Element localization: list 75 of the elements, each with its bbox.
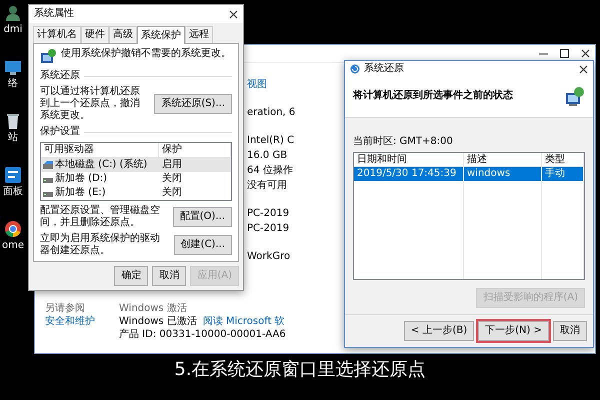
drive-row[interactable]: 新加卷 (E:) 关闭	[41, 186, 231, 200]
close-icon[interactable]	[581, 49, 590, 58]
table-cell: 2019/5/30 17:45:39	[354, 167, 464, 181]
section-heading: 保护设置	[40, 126, 232, 138]
tab[interactable]: 计算机名	[33, 26, 81, 43]
description-text: 可以通过将计算机还原到上一个还原点，撤消系统更改。	[40, 86, 141, 122]
monitor-icon[interactable]	[4, 58, 22, 76]
user-icon[interactable]	[4, 4, 22, 22]
tab[interactable]: 硬件	[81, 26, 109, 43]
system-info-text: 没有可用	[247, 180, 288, 192]
drive-list[interactable]: 可用驱动器 保护 本地磁盘 (C:) (系统) 启用 新加卷 (D:) 关闭 新加卷 (E:) 关闭	[40, 142, 232, 201]
close-icon[interactable]	[579, 64, 588, 74]
wizard-button[interactable]: 取消	[553, 321, 587, 341]
desktop-icon-label[interactable]: 络	[8, 78, 18, 90]
section-heading: 系统还原	[40, 70, 232, 82]
system-info-text: 16.0 GB	[247, 150, 288, 162]
browser-icon[interactable]	[4, 220, 22, 238]
protection-status: 启用	[161, 159, 183, 171]
security-link[interactable]: 安全和维护	[45, 316, 95, 328]
description-text: 配置还原设置、管理磁盘空间，并且删除还原点。	[40, 205, 161, 229]
system-info-text: PC-2019	[247, 208, 290, 220]
column-header[interactable]: 描述	[464, 153, 542, 166]
system-info-text: eration, 6	[247, 107, 296, 119]
protection-status: 关闭	[161, 187, 183, 199]
drive-name: 新加卷 (D:)	[55, 173, 108, 185]
desktop-icon-label[interactable]: dmi	[4, 24, 22, 36]
system-info-text: 64 位操作	[247, 165, 294, 177]
table-cell: 手动	[542, 167, 584, 181]
computer-shield-icon	[40, 48, 56, 66]
restore-point-row[interactable]: 2019/5/30 17:45:39 windows 手动	[354, 167, 584, 181]
tab[interactable]: 系统保护	[137, 26, 185, 44]
protection-status: 关闭	[161, 173, 183, 185]
license-link[interactable]: 阅读 Microsoft 软	[202, 316, 285, 328]
activation-heading: Windows 激活	[119, 303, 188, 315]
computer-restore-icon	[565, 85, 585, 107]
desktop-icon-label[interactable]: 面板	[3, 186, 23, 198]
product-id: 产品 ID: 00331-10000-00001-AA6	[119, 329, 286, 341]
configure-button[interactable]: 配置(O)...	[172, 207, 232, 227]
maximize-icon[interactable]	[560, 49, 569, 58]
dialog-button[interactable]: 取消	[152, 266, 186, 286]
tab[interactable]: 远程	[185, 26, 213, 43]
drive-name: 本地磁盘 (C:) (系统)	[55, 159, 148, 171]
system-info-text: WorkGro	[247, 251, 292, 263]
system-info-text: PC-2019	[247, 223, 290, 235]
drive-icon	[43, 160, 53, 170]
settings-link[interactable]: 视图	[247, 79, 343, 91]
timezone-label: 当前时区: GMT+8:00	[353, 136, 454, 148]
column-header[interactable]: 类型	[542, 153, 584, 166]
desktop-icon-label[interactable]: ome	[2, 240, 24, 252]
wizard-button[interactable]: < 上一步(B)	[404, 321, 474, 341]
recycle-bin-icon[interactable]	[4, 112, 22, 130]
create-button[interactable]: 创建(C)...	[174, 235, 232, 255]
see-also-heading: 另请参阅	[45, 303, 86, 315]
subtitle-text: 5.在系统还原窗口里选择还原点	[174, 358, 426, 382]
drive-row[interactable]: 新加卷 (D:) 关闭	[41, 172, 231, 186]
restore-icon	[350, 64, 360, 74]
tab[interactable]: 高级	[109, 26, 137, 43]
system-restore-button[interactable]: 系统还原(S)...	[154, 94, 232, 114]
system-info-text: Intel(R) C	[247, 135, 296, 147]
window-title: 系统还原	[364, 63, 404, 75]
wizard-button[interactable]: 下一步(N) >	[478, 321, 549, 341]
dialog-heading: 将计算机还原到所选事件之前的状态	[353, 90, 513, 102]
close-icon[interactable]	[229, 10, 238, 18]
restore-point-table[interactable]: 日期和时间 描述 类型 2019/5/30 17:45:39 windows 手动	[353, 152, 585, 280]
description-text: 立即为启用系统保护的驱动器创建还原点。	[40, 233, 161, 257]
window-title: 系统属性	[34, 8, 74, 20]
drive-row[interactable]: 本地磁盘 (C:) (系统) 启用	[41, 158, 231, 172]
table-cell: windows	[464, 167, 542, 181]
description-text: 使用系统保护撤销不需要的系统更改。	[61, 48, 231, 60]
activation-status: Windows 已激活	[119, 316, 197, 328]
control-panel-icon[interactable]	[4, 166, 22, 184]
drive-name: 新加卷 (E:)	[55, 187, 106, 199]
column-header[interactable]: 日期和时间	[354, 153, 464, 166]
dialog-button[interactable]: 确定	[114, 266, 148, 286]
desktop-icon-label[interactable]: 站	[8, 132, 18, 144]
